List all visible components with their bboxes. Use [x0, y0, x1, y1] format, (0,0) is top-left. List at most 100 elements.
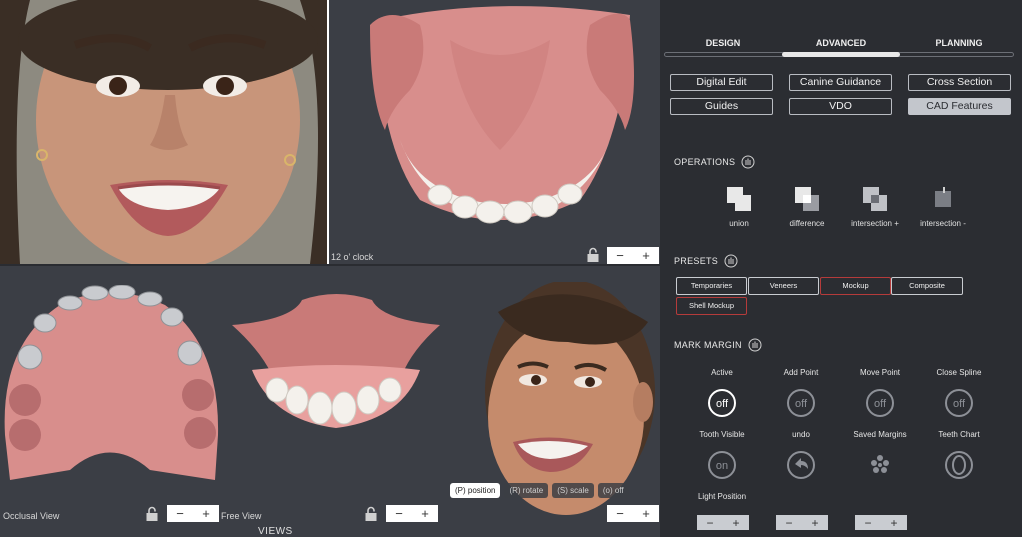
move-point-label: Move Point [859, 368, 901, 377]
toggle-state-text: off [716, 398, 729, 410]
lock-icon[interactable] [586, 247, 600, 263]
hand-help-icon[interactable] [748, 338, 762, 352]
guides-button[interactable]: Guides [670, 98, 773, 115]
operation-difference-label: difference [789, 219, 825, 228]
canine-guidance-button[interactable]: Canine Guidance [789, 74, 892, 91]
tooth-visible-toggle[interactable]: on [707, 450, 737, 480]
zoom-stepper-free[interactable]: − + [386, 505, 438, 522]
dots-icon[interactable] [865, 450, 895, 480]
add-point-label: Add Point [783, 368, 819, 377]
face-photo-image [0, 0, 327, 264]
free-view-arch-model[interactable] [232, 290, 440, 430]
close-spline-toggle[interactable]: off [944, 388, 974, 418]
zoom-minus-button[interactable]: − [168, 507, 192, 520]
intersection-plus-icon [863, 187, 887, 211]
zoom-stepper-head[interactable]: − + [607, 505, 659, 522]
toggle-state-text: off [953, 398, 966, 410]
difference-icon [795, 187, 819, 211]
tab-planning[interactable]: PLANNING [900, 38, 1018, 48]
mode-scale-button[interactable]: (S) scale [552, 482, 594, 498]
zoom-stepper-occlusal[interactable]: − + [167, 505, 219, 522]
mode-off-button[interactable]: (o) off [597, 482, 629, 498]
zoom-plus-button[interactable]: + [413, 507, 437, 520]
operation-intersection-minus-label: intersection - [920, 219, 966, 228]
preset-veneers-button[interactable]: Veneers [748, 277, 819, 295]
face-photo-viewport[interactable] [0, 0, 327, 264]
zoom-stepper-top[interactable]: − + [607, 247, 659, 264]
view-label-free: Free View [221, 511, 262, 521]
light-plus-button[interactable]: + [724, 517, 748, 529]
light-stepper-3[interactable]: − + [855, 515, 907, 530]
operations-header: OPERATIONS [674, 155, 755, 169]
operation-union[interactable]: union [704, 185, 774, 228]
lock-icon[interactable] [145, 506, 159, 522]
zoom-plus-button[interactable]: + [634, 249, 658, 262]
viewports-area: 12 o' clock − + Occlusal View − + Free V… [0, 0, 660, 537]
transform-mode-bar: (P) position (R) rotate (S) scale (o) of… [450, 481, 649, 499]
undo-label: undo [792, 430, 810, 439]
views-title: VIEWS [258, 526, 293, 537]
light-minus-button[interactable]: − [698, 517, 722, 529]
zoom-minus-button[interactable]: − [608, 507, 632, 520]
mark-margin-header: MARK MARGIN [674, 338, 762, 352]
operation-intersection-plus[interactable]: intersection + [840, 185, 910, 228]
mark-margin-title: MARK MARGIN [674, 340, 742, 350]
tab-active-indicator [782, 52, 900, 57]
intersection-minus-icon [935, 187, 951, 207]
tooth-visible-label: Tooth Visible [699, 430, 745, 439]
hand-help-icon[interactable] [724, 254, 738, 268]
preset-shell-mockup-button[interactable]: Shell Mockup [676, 297, 747, 315]
mode-rotate-button[interactable]: (R) rotate [504, 482, 549, 498]
move-point-toggle[interactable]: off [865, 388, 895, 418]
main-tabs: DESIGN ADVANCED PLANNING [664, 38, 1016, 60]
light-stepper-1[interactable]: − + [697, 515, 749, 530]
zoom-minus-button[interactable]: − [608, 249, 632, 262]
lock-icon[interactable] [364, 506, 378, 522]
presets-header: PRESETS [674, 254, 738, 268]
light-position-label: Light Position [697, 492, 747, 501]
viewport-divider [327, 0, 329, 265]
hand-help-icon[interactable] [741, 155, 755, 169]
light-plus-button[interactable]: + [803, 517, 827, 529]
cad-features-button[interactable]: CAD Features [908, 98, 1011, 115]
cross-section-button[interactable]: Cross Section [908, 74, 1011, 91]
undo-icon[interactable] [786, 450, 816, 480]
operation-intersection-plus-label: intersection + [851, 219, 899, 228]
add-point-toggle[interactable]: off [786, 388, 816, 418]
tab-advanced[interactable]: ADVANCED [782, 38, 900, 48]
operation-union-label: union [729, 219, 749, 228]
zoom-plus-button[interactable]: + [194, 507, 218, 520]
close-spline-label: Close Spline [936, 368, 982, 377]
operations-title: OPERATIONS [674, 157, 736, 167]
preset-temporaries-button[interactable]: Temporaries [676, 277, 747, 295]
preset-composite-button[interactable]: Composite [891, 277, 963, 295]
viewport-divider [0, 264, 660, 266]
vdo-button[interactable]: VDO [789, 98, 892, 115]
operation-difference[interactable]: difference [772, 185, 842, 228]
toggle-state-text: off [874, 398, 887, 410]
union-icon [727, 187, 751, 211]
digital-edit-button[interactable]: Digital Edit [670, 74, 773, 91]
preset-mockup-button[interactable]: Mockup [820, 277, 891, 295]
toggle-state-text: on [716, 460, 728, 472]
upper-arch-model[interactable] [340, 0, 660, 240]
control-panel: DESIGN ADVANCED PLANNING Digital Edit Ca… [660, 0, 1022, 537]
light-minus-button[interactable]: − [856, 517, 880, 529]
view-label-12oclock: 12 o' clock [331, 252, 374, 262]
operation-intersection-minus[interactable]: intersection - [908, 185, 978, 228]
saved-margins-label: Saved Margins [853, 430, 907, 439]
light-plus-button[interactable]: + [882, 517, 906, 529]
active-toggle[interactable]: off [707, 388, 737, 418]
light-minus-button[interactable]: − [777, 517, 801, 529]
teeth-chart-icon[interactable] [944, 450, 974, 480]
occlusal-arch-model[interactable] [0, 285, 222, 485]
toggle-state-text: off [795, 398, 808, 410]
mode-position-button[interactable]: (P) position [450, 482, 501, 498]
zoom-minus-button[interactable]: − [387, 507, 411, 520]
teeth-chart-label: Teeth Chart [938, 430, 980, 439]
light-stepper-2[interactable]: − + [776, 515, 828, 530]
app-root: 12 o' clock − + Occlusal View − + Free V… [0, 0, 1022, 537]
zoom-plus-button[interactable]: + [634, 507, 658, 520]
presets-title: PRESETS [674, 256, 719, 266]
tab-design[interactable]: DESIGN [664, 38, 782, 48]
